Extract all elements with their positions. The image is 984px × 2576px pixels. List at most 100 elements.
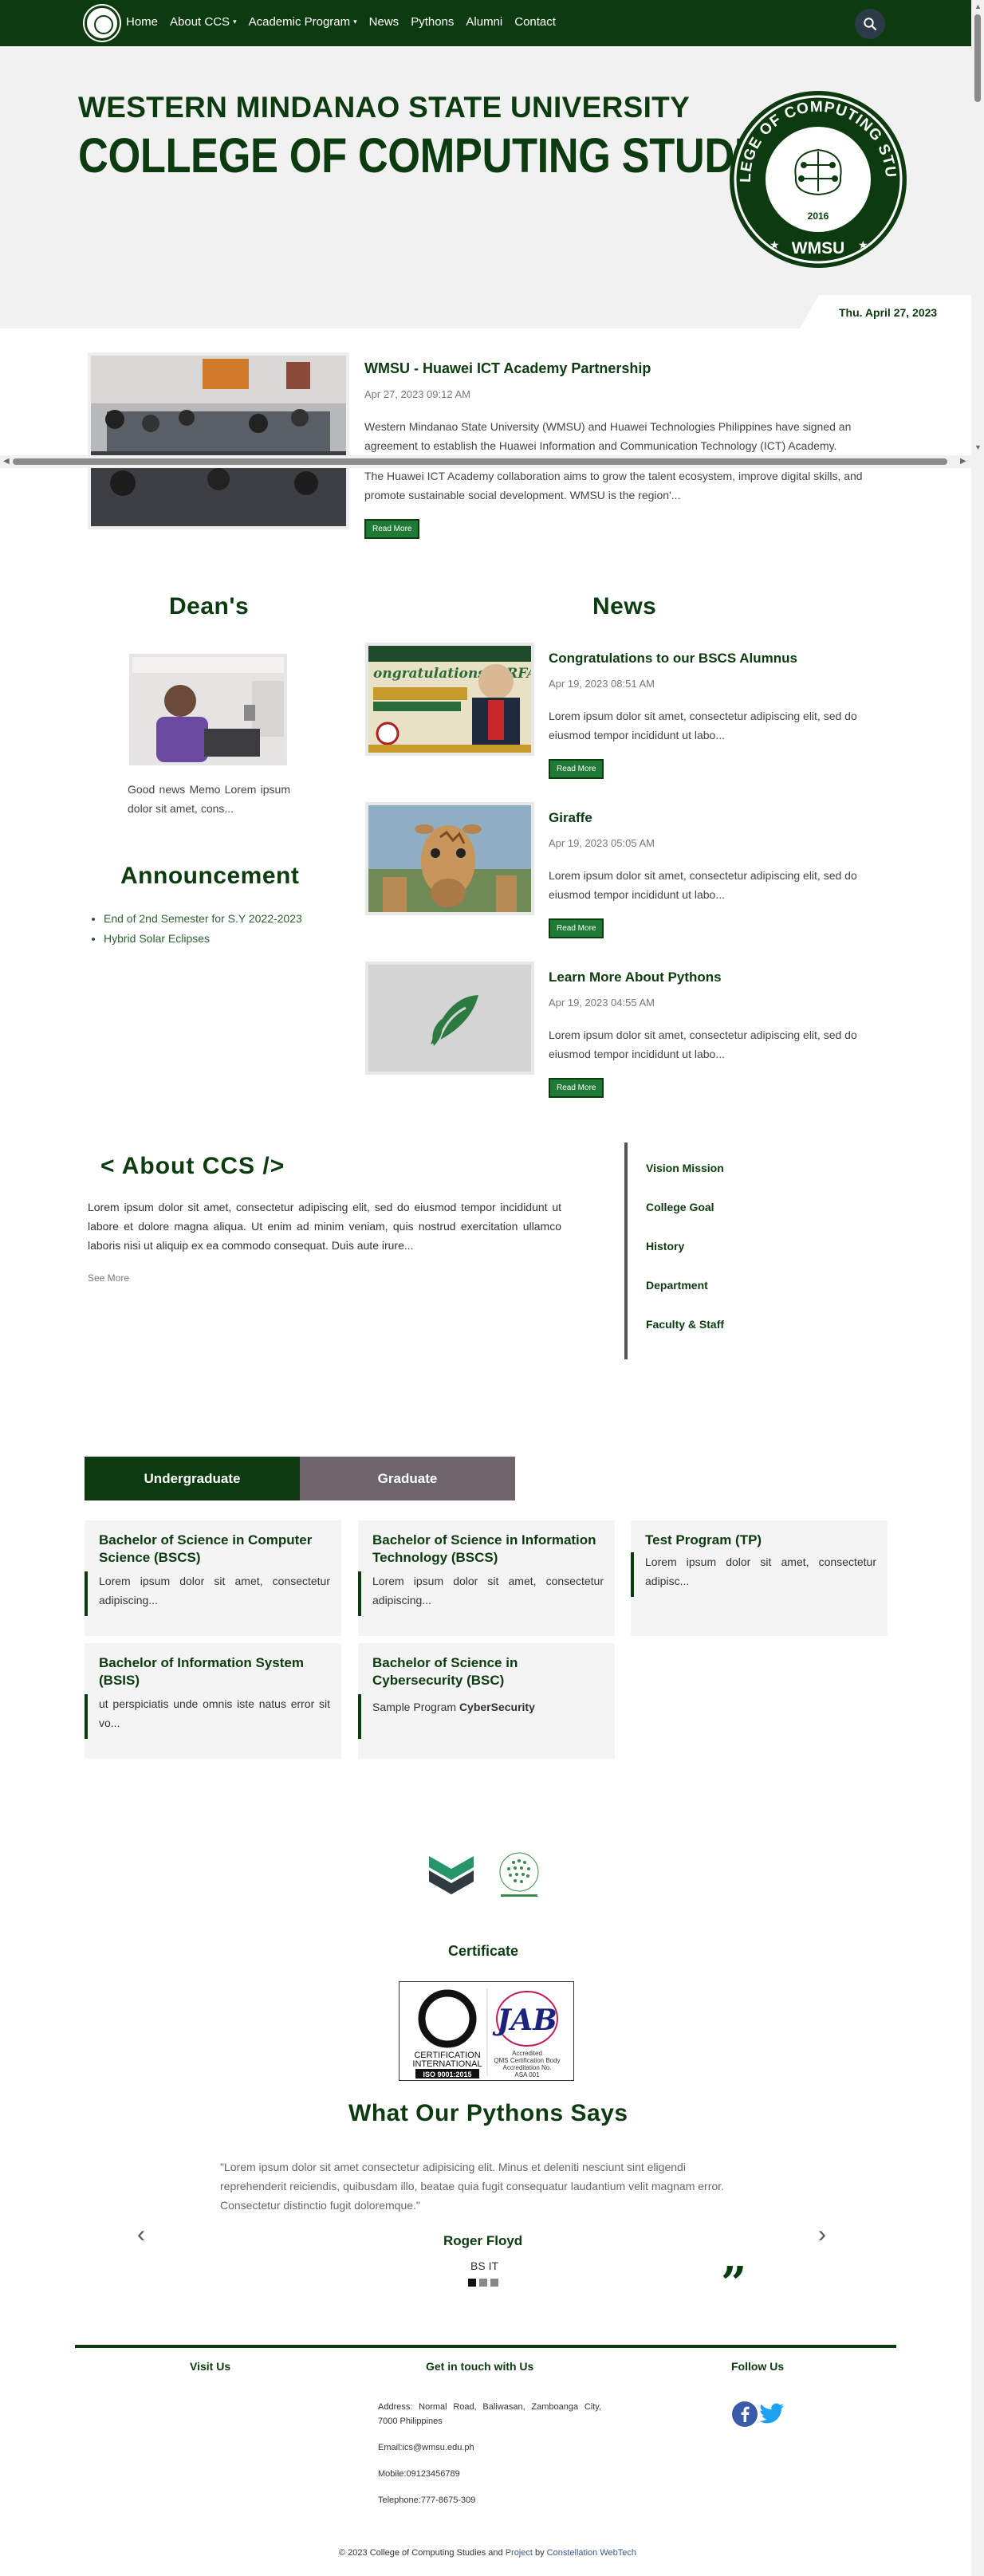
announcement-item[interactable]: Hybrid Solar Eclipses [104,929,302,949]
program-description: Lorem ipsum dolor sit amet, consectetur … [99,1575,330,1607]
featured-article-title[interactable]: WMSU - Huawei ICT Academy Partnership [364,360,651,377]
chevron-brand-logo [429,1856,474,1894]
about-ccs-heading: < About CCS /> [100,1153,285,1179]
tab-undergraduate[interactable]: Undergraduate [85,1457,300,1500]
news-image[interactable] [365,802,534,915]
svg-text:WMSU: WMSU [792,239,845,258]
program-card-bsis[interactable]: Bachelor of Information System (BSIS) ut… [85,1643,341,1759]
announcement-list: End of 2nd Semester for S.Y 2022-2023 Hy… [89,909,302,949]
program-title: Bachelor of Information System (BSIS) [99,1655,304,1688]
nav-alumni-label: Alumni [466,15,503,29]
copyright-team-link[interactable]: Constellation WebTech [547,2548,636,2558]
search-icon [864,18,877,31]
news-title[interactable]: Congratulations to our BSCS Alumnus [549,651,797,667]
testimonial-heading: What Our Pythons Says [348,2100,628,2126]
twitter-icon[interactable] [759,2403,785,2425]
news-image[interactable]: ongratulations! ERFAMAS OR FERMO PAC BSC… [365,643,534,756]
nav-academic-label: Academic Program [248,15,351,29]
program-description: Lorem ipsum dolor sit amet, consectetur … [372,1575,604,1607]
svg-text:INTERNATIONAL: INTERNATIONAL [412,2059,482,2069]
news-title[interactable]: Giraffe [549,810,592,826]
about-link-history[interactable]: History [646,1240,684,1253]
footer-email[interactable]: Email:ics@wmsu.edu.ph [378,2440,474,2455]
featured-read-more-button[interactable]: Read More [364,519,420,539]
quote-mark-icon: ” [721,2257,747,2310]
svg-text:2016: 2016 [808,210,829,222]
testimonial-author: Roger Floyd [443,2233,523,2248]
program-card-bscs[interactable]: Bachelor of Science in Computer Science … [85,1520,341,1636]
news-excerpt: Lorem ipsum dolor sit amet, consectetur … [549,1028,857,1060]
certificate-heading: Certificate [448,1943,519,1959]
horizontal-scrollbar[interactable]: ◀ ▶ [0,455,971,468]
scroll-down-icon[interactable]: ▼ [974,443,982,451]
copyright-text: © 2023 College of Computing Studies and … [339,2548,636,2558]
about-link-vision-mission[interactable]: Vision Mission [646,1162,724,1174]
copyright-project-link[interactable]: Project [506,2548,533,2558]
about-link-college-goal[interactable]: College Goal [646,1201,714,1213]
nav-news[interactable]: News [369,15,400,29]
news-excerpt: Lorem ipsum dolor sit amet, consectetur … [549,869,857,901]
nav-academic-program[interactable]: Academic Program ▾ [249,15,357,29]
scroll-left-icon[interactable]: ◀ [3,457,10,466]
news-date: Apr 19, 2023 05:05 AM [549,837,655,849]
dean-photo[interactable] [129,654,287,765]
featured-article-image[interactable] [88,352,349,529]
program-card-bsc[interactable]: Bachelor of Science in Cybersecurity (BS… [358,1643,615,1759]
nav-about-ccs[interactable]: About CCS ▾ [170,15,237,29]
program-desc-text: Sample Program [372,1701,459,1713]
carousel-dot[interactable] [468,2279,476,2287]
svg-text:ISO 9001:2015: ISO 9001:2015 [423,2071,471,2078]
news-image[interactable] [365,962,534,1075]
featured-article-date: Apr 27, 2023 09:12 AM [364,388,470,400]
footer-get-in-touch: Get in touch with Us [426,2360,534,2373]
nav-contact[interactable]: Contact [514,15,556,29]
news-date: Apr 19, 2023 08:51 AM [549,678,655,690]
announcement-item[interactable]: End of 2nd Semester for S.Y 2022-2023 [104,909,302,929]
svg-text:JAB: JAB [492,2004,557,2037]
program-accent-bar [358,1571,361,1616]
facebook-icon[interactable] [732,2401,758,2427]
program-title: Test Program (TP) [645,1532,762,1548]
featured-article-paragraph: Western Mindanao State University (WMSU)… [364,420,852,452]
program-card-tp[interactable]: Test Program (TP) Lorem ipsum dolor sit … [631,1520,888,1636]
program-description: ut perspiciatis unde omnis iste natus er… [99,1697,330,1729]
top-navbar: Home About CCS ▾ Academic Program ▾ News P… [0,0,971,46]
vertical-scroll-thumb[interactable] [974,14,981,102]
horizontal-scroll-thumb[interactable] [13,458,947,465]
news-read-more-button[interactable]: Read More [549,918,604,938]
news-read-more-button[interactable]: Read More [549,759,604,779]
ccs-logo[interactable] [85,6,120,41]
scroll-right-icon[interactable]: ▶ [960,457,966,466]
tab-graduate[interactable]: Graduate [300,1457,515,1500]
footer-address: Address: Normal Road, Baliwasan, Zamboan… [378,2402,601,2426]
carousel-dot[interactable] [479,2279,487,2287]
see-more-link[interactable]: See More [88,1272,129,1284]
program-card-bsit[interactable]: Bachelor of Science in Information Techn… [358,1520,615,1636]
nav-home[interactable]: Home [126,15,158,29]
svg-text:Accredited: Accredited [512,2050,542,2057]
nav-pythons[interactable]: Pythons [411,15,454,29]
search-button[interactable] [855,9,885,39]
prev-testimonial-button[interactable]: ‹ [137,2221,145,2248]
news-title[interactable]: Learn More About Pythons [549,969,722,985]
svg-text:ASA 001: ASA 001 [514,2071,540,2078]
about-link-faculty-staff[interactable]: Faculty & Staff [646,1318,724,1331]
news-heading: News [592,593,657,619]
iso-certificate-badge[interactable]: CERTIFICATION INTERNATIONAL ISO 9001:201… [399,1981,574,2081]
next-testimonial-button[interactable]: › [818,2221,826,2248]
nav-alumni[interactable]: Alumni [466,15,502,29]
college-seal-logo: COLLEGE OF COMPUTING STUDIES 2016 WMSU ★… [728,89,907,268]
svg-text:★: ★ [769,238,780,251]
scroll-up-icon[interactable]: ▲ [974,2,982,10]
news-date: Apr 19, 2023 04:55 AM [549,997,655,1009]
deans-heading: Dean's [169,593,250,619]
news-excerpt: Lorem ipsum dolor sit amet, consectetur … [549,710,857,741]
vertical-scrollbar[interactable]: ▲ ▼ [971,0,984,2576]
hero-university-name: WESTERN MINDANAO STATE UNIVERSITY [78,91,691,124]
news-read-more-button[interactable]: Read More [549,1078,604,1098]
caret-down-icon: ▾ [233,18,237,26]
testimonial-quote: "Lorem ipsum dolor sit amet consectetur … [220,2161,724,2212]
carousel-dot[interactable] [490,2279,498,2287]
program-description: Lorem ipsum dolor sit amet, consectetur … [645,1555,876,1587]
about-link-department[interactable]: Department [646,1279,708,1292]
